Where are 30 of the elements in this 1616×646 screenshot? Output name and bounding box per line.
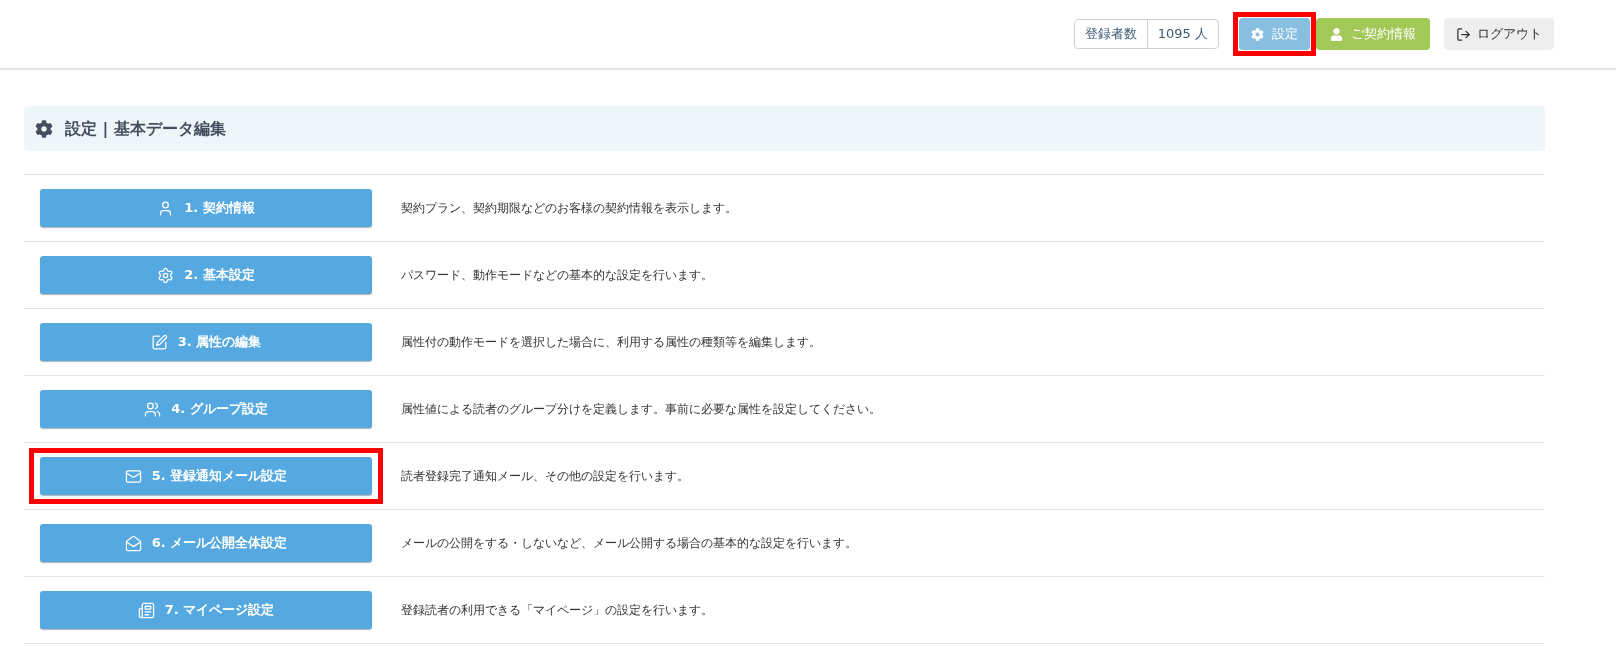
menu-button[interactable]: 5. 登録通知メール設定 xyxy=(40,457,372,495)
menu-button[interactable]: 1. 契約情報 xyxy=(40,189,372,227)
menu-description: メールの公開をする・しないなど、メール公開する場合の基本的な設定を行います。 xyxy=(401,535,857,552)
settings-button[interactable]: 設定 xyxy=(1239,18,1310,50)
menu-button[interactable]: 4. グループ設定 xyxy=(40,390,372,428)
settings-icon xyxy=(1251,27,1264,41)
open-envelope-icon xyxy=(124,534,142,552)
user-icon xyxy=(1330,27,1343,41)
newspaper-icon xyxy=(137,601,155,619)
menu-description: 読者登録完了通知メール、その他の設定を行います。 xyxy=(401,468,689,485)
menu-description: 契約プラン、契約期限などのお客様の契約情報を表示します。 xyxy=(401,200,737,217)
contract-info-button[interactable]: ご契約情報 xyxy=(1316,18,1430,50)
menu-description: パスワード、動作モードなどの基本的な設定を行います。 xyxy=(401,267,713,284)
menu-description: 属性値による読者のグループ分けを定義します。事前に必要な属性を設定してください。 xyxy=(401,401,881,418)
edit-icon xyxy=(150,333,168,351)
panel-title: 設定 | 基本データ編集 xyxy=(65,117,226,140)
menu-button[interactable]: 2. 基本設定 xyxy=(40,256,372,294)
subscriber-count-label: 登録者数 xyxy=(1074,20,1148,48)
subscriber-count-value: 1095 人 xyxy=(1156,25,1209,44)
group-icon xyxy=(144,400,162,418)
gear-icon xyxy=(157,266,175,284)
logout-button[interactable]: ログアウト xyxy=(1444,18,1554,50)
logout-icon xyxy=(1456,26,1471,42)
menu-button[interactable]: 3. 属性の編集 xyxy=(40,323,372,361)
menu-button[interactable]: 7. マイページ設定 xyxy=(40,591,372,629)
menu-description: 登録読者の利用できる「マイページ」の設定を行います。 xyxy=(401,602,713,619)
menu-button[interactable]: 6. メール公開全体設定 xyxy=(40,524,372,562)
settings-icon xyxy=(35,119,53,138)
menu-description: 属性付の動作モードを選択した場合に、利用する属性の種類等を編集します。 xyxy=(401,334,821,351)
envelope-icon xyxy=(124,467,142,485)
